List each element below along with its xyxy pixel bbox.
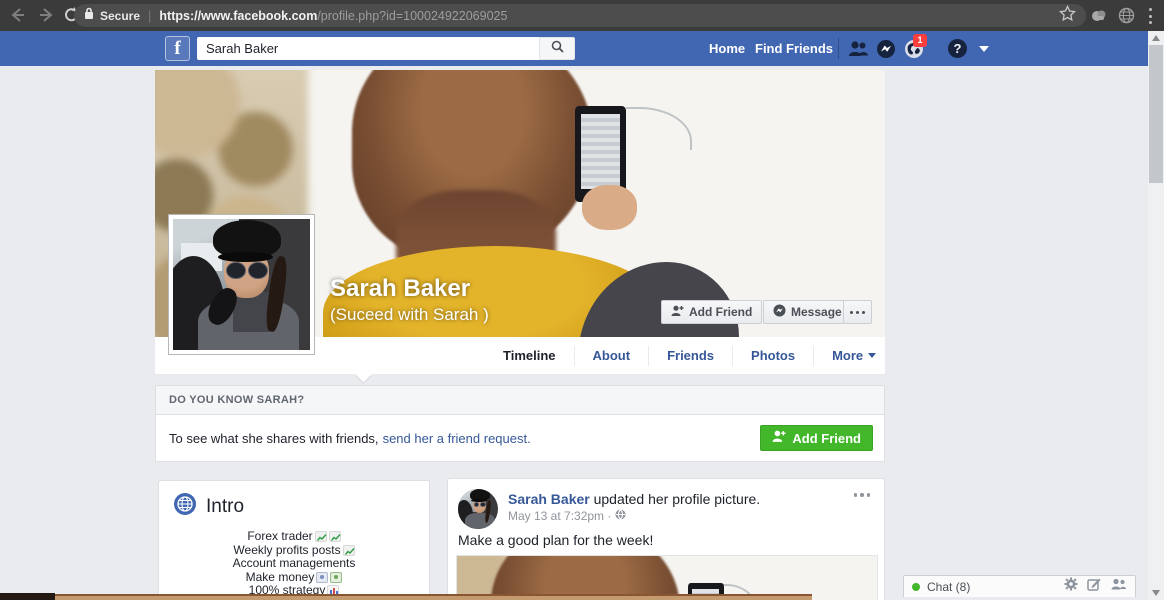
tab-friends[interactable]: Friends	[649, 345, 734, 366]
intro-item-text: Make money	[245, 569, 315, 584]
scroll-down-icon[interactable]	[1152, 590, 1160, 596]
post-author-avatar[interactable]	[458, 489, 498, 529]
chat-label: Chat (8)	[927, 579, 971, 594]
chevron-down-icon	[868, 353, 877, 358]
chart-up-emoji	[314, 531, 327, 543]
search-button[interactable]	[539, 37, 575, 60]
tab-timeline[interactable]: Timeline	[485, 345, 575, 366]
post-timestamp[interactable]: May 13 at 7:32pm ·	[508, 509, 626, 523]
intro-globe-icon	[173, 492, 197, 521]
intro-item-text: Weekly profits posts	[233, 542, 341, 557]
extension-cloud-icon[interactable]	[1089, 6, 1108, 25]
navbar-divider	[838, 38, 839, 59]
intro-item-text: Account managements	[232, 556, 356, 570]
do-you-know-text: To see what she shares with friends,	[169, 430, 379, 446]
tab-photos[interactable]: Photos	[733, 345, 815, 366]
chat-contacts-icon[interactable]	[1110, 577, 1127, 596]
post-card: Sarah Baker updated her profile picture.…	[447, 478, 885, 600]
intro-item: Make money	[159, 569, 429, 585]
post-text: Make a good plan for the week!	[458, 532, 654, 548]
find-friends-link[interactable]: Find Friends	[755, 31, 833, 66]
tab-friends-label: Friends	[667, 347, 715, 363]
facebook-logo[interactable]: f	[165, 36, 190, 61]
chrome-menu-icon[interactable]	[1149, 8, 1153, 24]
search-icon	[551, 40, 564, 58]
do-you-know-card: DO YOU KNOW SARAH? To see what she share…	[155, 385, 885, 462]
intro-list: Forex trader Weekly profits posts Accoun…	[159, 529, 429, 600]
chat-bar[interactable]: Chat (8)	[903, 575, 1136, 597]
tab-photos-label: Photos	[751, 347, 796, 363]
person-add-icon	[772, 430, 786, 446]
profile-picture[interactable]	[168, 214, 315, 355]
bookmark-star-icon[interactable]	[1059, 4, 1076, 27]
tab-timeline-label: Timeline	[503, 347, 556, 363]
chart-up-emoji	[328, 531, 341, 543]
add-friend-button[interactable]: Add Friend	[661, 300, 763, 324]
extension-globe-icon[interactable]	[1117, 6, 1136, 25]
post-header: Sarah Baker updated her profile picture.	[508, 491, 760, 507]
post-timestamp-text: May 13 at 7:32pm ·	[508, 509, 612, 523]
account-menu-caret-icon[interactable]	[979, 46, 989, 52]
profile-subtitle: (Suceed with Sarah )	[330, 305, 489, 324]
page-scrollbar[interactable]	[1148, 31, 1164, 600]
banknote-emoji	[330, 571, 343, 583]
url-host: https://www.facebook.com	[159, 8, 318, 23]
search-input[interactable]	[197, 37, 539, 60]
intro-item: Account managements	[159, 556, 429, 571]
post-menu-icon[interactable]	[853, 493, 870, 497]
friend-requests-icon[interactable]	[847, 39, 868, 59]
back-icon[interactable]	[8, 5, 28, 25]
banknote-emoji	[316, 571, 329, 583]
profile-picture-image	[173, 219, 310, 350]
messages-icon[interactable]	[876, 39, 897, 59]
forward-icon[interactable]	[36, 5, 56, 25]
chat-settings-gear-icon[interactable]	[1064, 577, 1078, 596]
message-label: Message	[791, 305, 842, 319]
secure-label: Secure	[100, 8, 141, 23]
messenger-icon	[773, 304, 786, 320]
more-actions-button[interactable]	[843, 300, 872, 324]
intro-title: Intro	[206, 495, 245, 517]
do-you-know-header: DO YOU KNOW SARAH?	[156, 386, 884, 415]
background-window-strip	[55, 594, 812, 600]
url-separator: |	[148, 8, 152, 23]
tab-about[interactable]: About	[575, 345, 650, 366]
lock-icon	[84, 7, 94, 25]
url-bar[interactable]: Secure | https://www.facebook.com /profi…	[74, 4, 1086, 27]
profile-name[interactable]: Sarah Baker	[330, 275, 470, 303]
browser-chrome: Secure | https://www.facebook.com /profi…	[0, 0, 1164, 31]
online-status-dot	[912, 582, 920, 591]
tab-more-label: More	[832, 347, 864, 363]
chat-compose-icon[interactable]	[1087, 577, 1101, 596]
person-add-icon	[671, 305, 684, 320]
add-friend-label: Add Friend	[689, 305, 753, 319]
home-link[interactable]: Home	[709, 31, 745, 66]
notification-badge: 1	[913, 34, 927, 47]
message-button[interactable]: Message	[763, 300, 852, 324]
tab-about-label: About	[592, 347, 631, 363]
search-bar	[197, 37, 575, 60]
background-window-strip	[0, 593, 55, 600]
privacy-globe-icon	[615, 509, 626, 523]
scroll-up-icon[interactable]	[1152, 35, 1160, 41]
scrollbar-thumb[interactable]	[1149, 45, 1163, 183]
url-path: /profile.php?id=100024922069025	[317, 8, 508, 23]
add-friend-green-button[interactable]: Add Friend	[760, 425, 873, 451]
intro-item: Forex trader	[159, 529, 429, 544]
facebook-navbar: f Home Find Friends 1 ?	[0, 31, 1148, 66]
avatar-image	[458, 489, 498, 529]
post-action: updated her profile picture.	[589, 491, 761, 507]
intro-card: Intro Forex trader Weekly profits posts …	[158, 480, 430, 600]
add-friend-green-label: Add Friend	[792, 430, 861, 446]
ellipsis-icon	[850, 310, 865, 314]
help-icon[interactable]: ?	[948, 39, 967, 58]
post-author-link[interactable]: Sarah Baker	[508, 491, 590, 507]
chart-up-emoji	[342, 544, 355, 556]
intro-item-text: Forex trader	[247, 529, 313, 543]
screen: Secure | https://www.facebook.com /profi…	[0, 0, 1164, 600]
tab-more[interactable]: More	[814, 346, 894, 366]
friend-request-link[interactable]: send her a friend request.	[383, 431, 531, 446]
intro-item: Weekly profits posts	[159, 542, 429, 558]
